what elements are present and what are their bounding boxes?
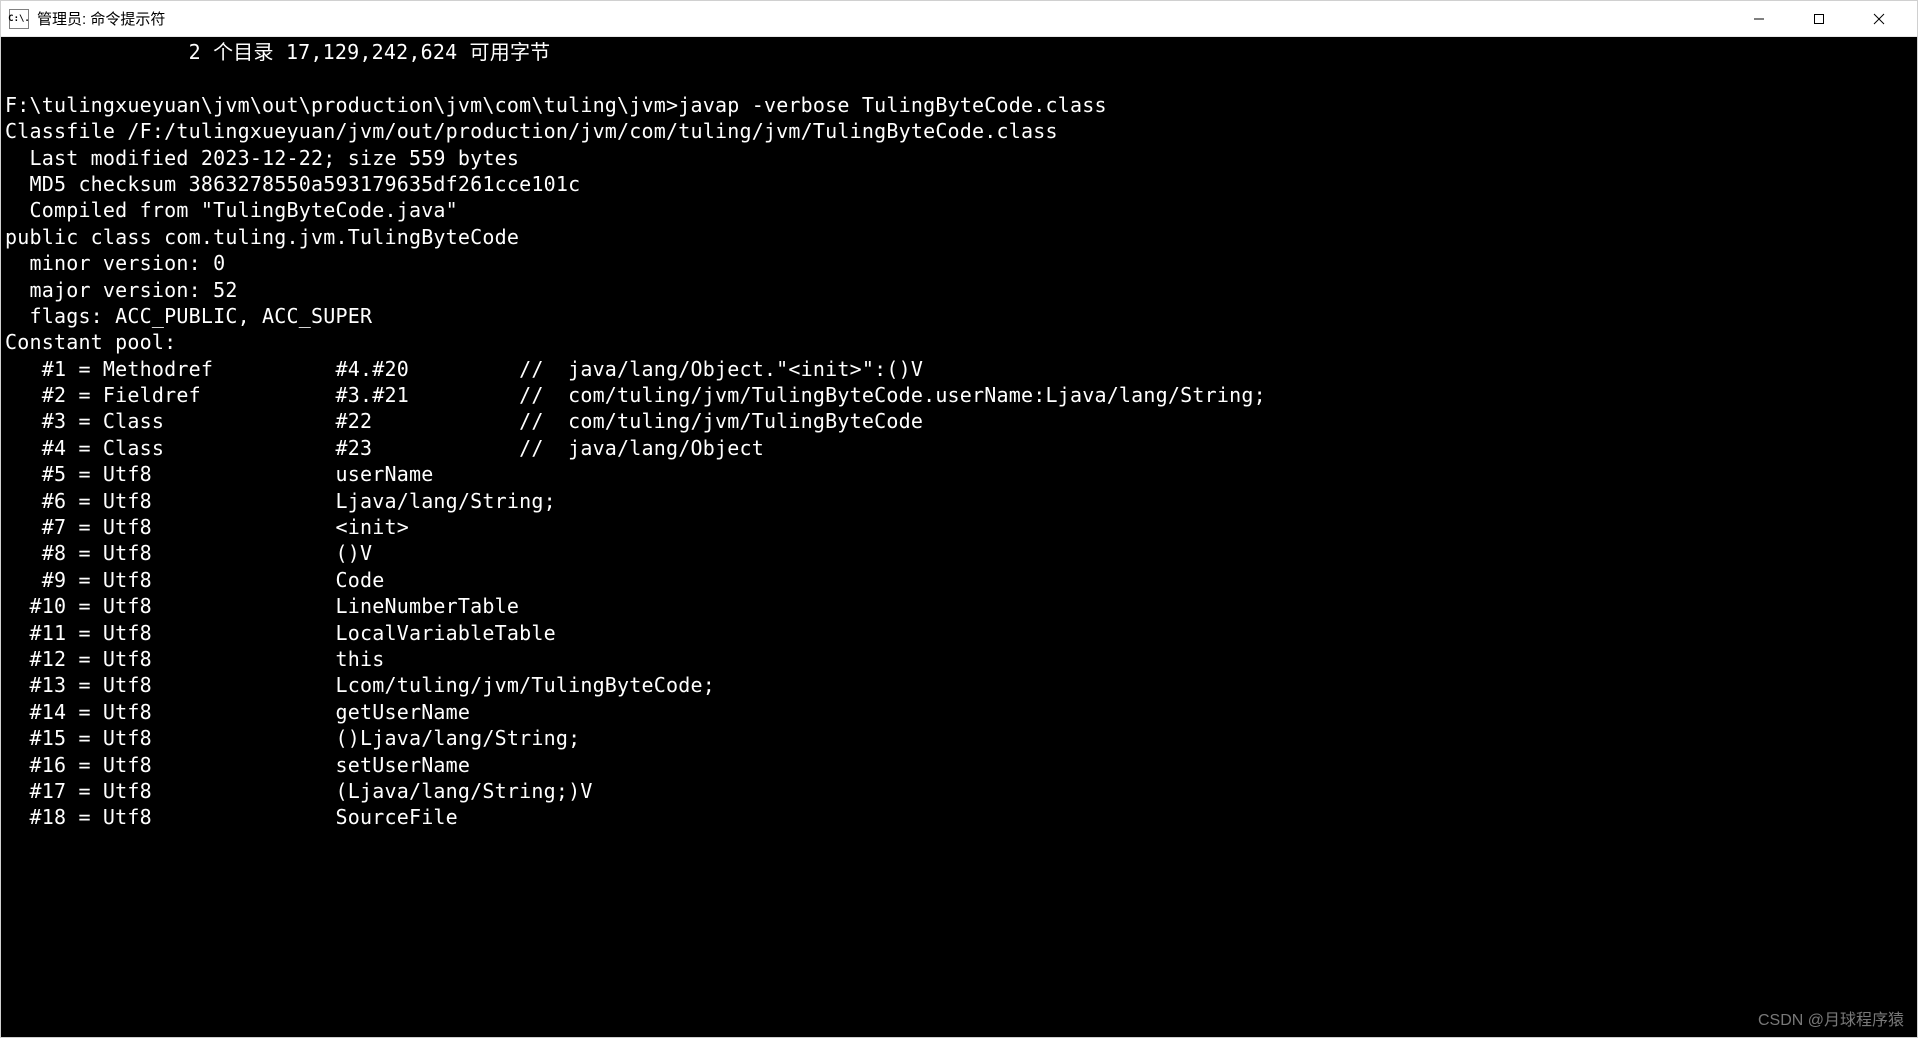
pool-entry: #14 = Utf8 getUserName <box>5 700 470 724</box>
pool-entry: #1 = Methodref #4.#20 // java/lang/Objec… <box>5 357 923 381</box>
compiled-from-line: Compiled from "TulingByteCode.java" <box>5 198 458 222</box>
prompt-line: F:\tulingxueyuan\jvm\out\production\jvm\… <box>5 93 1107 117</box>
title-bar[interactable]: C:\. 管理员: 命令提示符 <box>1 1 1917 37</box>
minor-version-line: minor version: 0 <box>5 251 225 275</box>
constant-pool-header: Constant pool: <box>5 330 176 354</box>
md5-line: MD5 checksum 3863278550a593179635df261cc… <box>5 172 580 196</box>
pool-entry: #18 = Utf8 SourceFile <box>5 805 458 829</box>
pool-entry: #4 = Class #23 // java/lang/Object <box>5 436 764 460</box>
cmd-window: C:\. 管理员: 命令提示符 2 个目录 17,129,242,624 可用字… <box>0 0 1918 1038</box>
minimize-button[interactable] <box>1729 1 1789 37</box>
pool-entry: #5 = Utf8 userName <box>5 462 433 486</box>
dir-summary-line: 2 个目录 17,129,242,624 可用字节 <box>5 40 550 64</box>
pool-entry: #17 = Utf8 (Ljava/lang/String;)V <box>5 779 593 803</box>
close-button[interactable] <box>1849 1 1909 37</box>
pool-entry: #10 = Utf8 LineNumberTable <box>5 594 519 618</box>
flags-line: flags: ACC_PUBLIC, ACC_SUPER <box>5 304 372 328</box>
prompt-path: F:\tulingxueyuan\jvm\out\production\jvm\… <box>5 93 678 117</box>
pool-entry: #11 = Utf8 LocalVariableTable <box>5 621 556 645</box>
window-title: 管理员: 命令提示符 <box>37 8 1729 29</box>
pool-entry: #12 = Utf8 this <box>5 647 384 671</box>
pool-entry: #2 = Fieldref #3.#21 // com/tuling/jvm/T… <box>5 383 1266 407</box>
pool-entry: #13 = Utf8 Lcom/tuling/jvm/TulingByteCod… <box>5 673 715 697</box>
terminal-output[interactable]: 2 个目录 17,129,242,624 可用字节 F:\tulingxueyu… <box>1 37 1917 1037</box>
pool-entry: #3 = Class #22 // com/tuling/jvm/TulingB… <box>5 409 923 433</box>
class-decl-line: public class com.tuling.jvm.TulingByteCo… <box>5 225 519 249</box>
pool-entry: #9 = Utf8 Code <box>5 568 384 592</box>
pool-entry: #16 = Utf8 setUserName <box>5 753 470 777</box>
cmd-icon: C:\. <box>9 9 29 29</box>
last-modified-line: Last modified 2023-12-22; size 559 bytes <box>5 146 519 170</box>
pool-entry: #15 = Utf8 ()Ljava/lang/String; <box>5 726 580 750</box>
pool-entry: #8 = Utf8 ()V <box>5 541 372 565</box>
maximize-button[interactable] <box>1789 1 1849 37</box>
pool-entry: #7 = Utf8 <init> <box>5 515 409 539</box>
command-text: javap -verbose TulingByteCode.class <box>678 93 1106 117</box>
pool-entry: #6 = Utf8 Ljava/lang/String; <box>5 489 556 513</box>
classfile-line: Classfile /F:/tulingxueyuan/jvm/out/prod… <box>5 119 1058 143</box>
window-controls <box>1729 1 1909 36</box>
major-version-line: major version: 52 <box>5 278 238 302</box>
